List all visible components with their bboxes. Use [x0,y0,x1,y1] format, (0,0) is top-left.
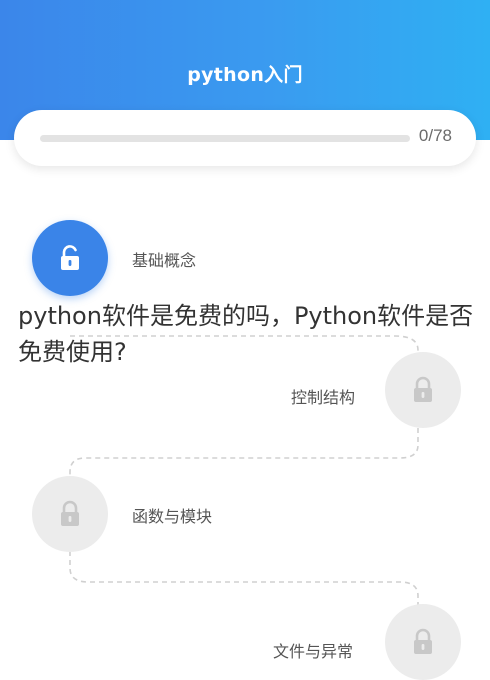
lock-icon [414,376,432,402]
lesson-label-files: 文件与异常 [273,642,354,661]
lesson-label-control: 控制结构 [291,388,356,407]
lesson-label-basics: 基础概念 [132,251,197,270]
lock-icon [61,500,79,526]
lesson-label-functions: 函数与模块 [132,507,213,526]
lock-icon [414,628,432,654]
lesson-node-basics[interactable] [32,220,108,296]
lesson-node-files[interactable] [385,604,461,680]
overlay-caption: python软件是免费的吗，Python软件是否免费使用? [18,302,474,366]
lock-open-icon [61,245,79,270]
lesson-node-functions[interactable] [32,476,108,552]
